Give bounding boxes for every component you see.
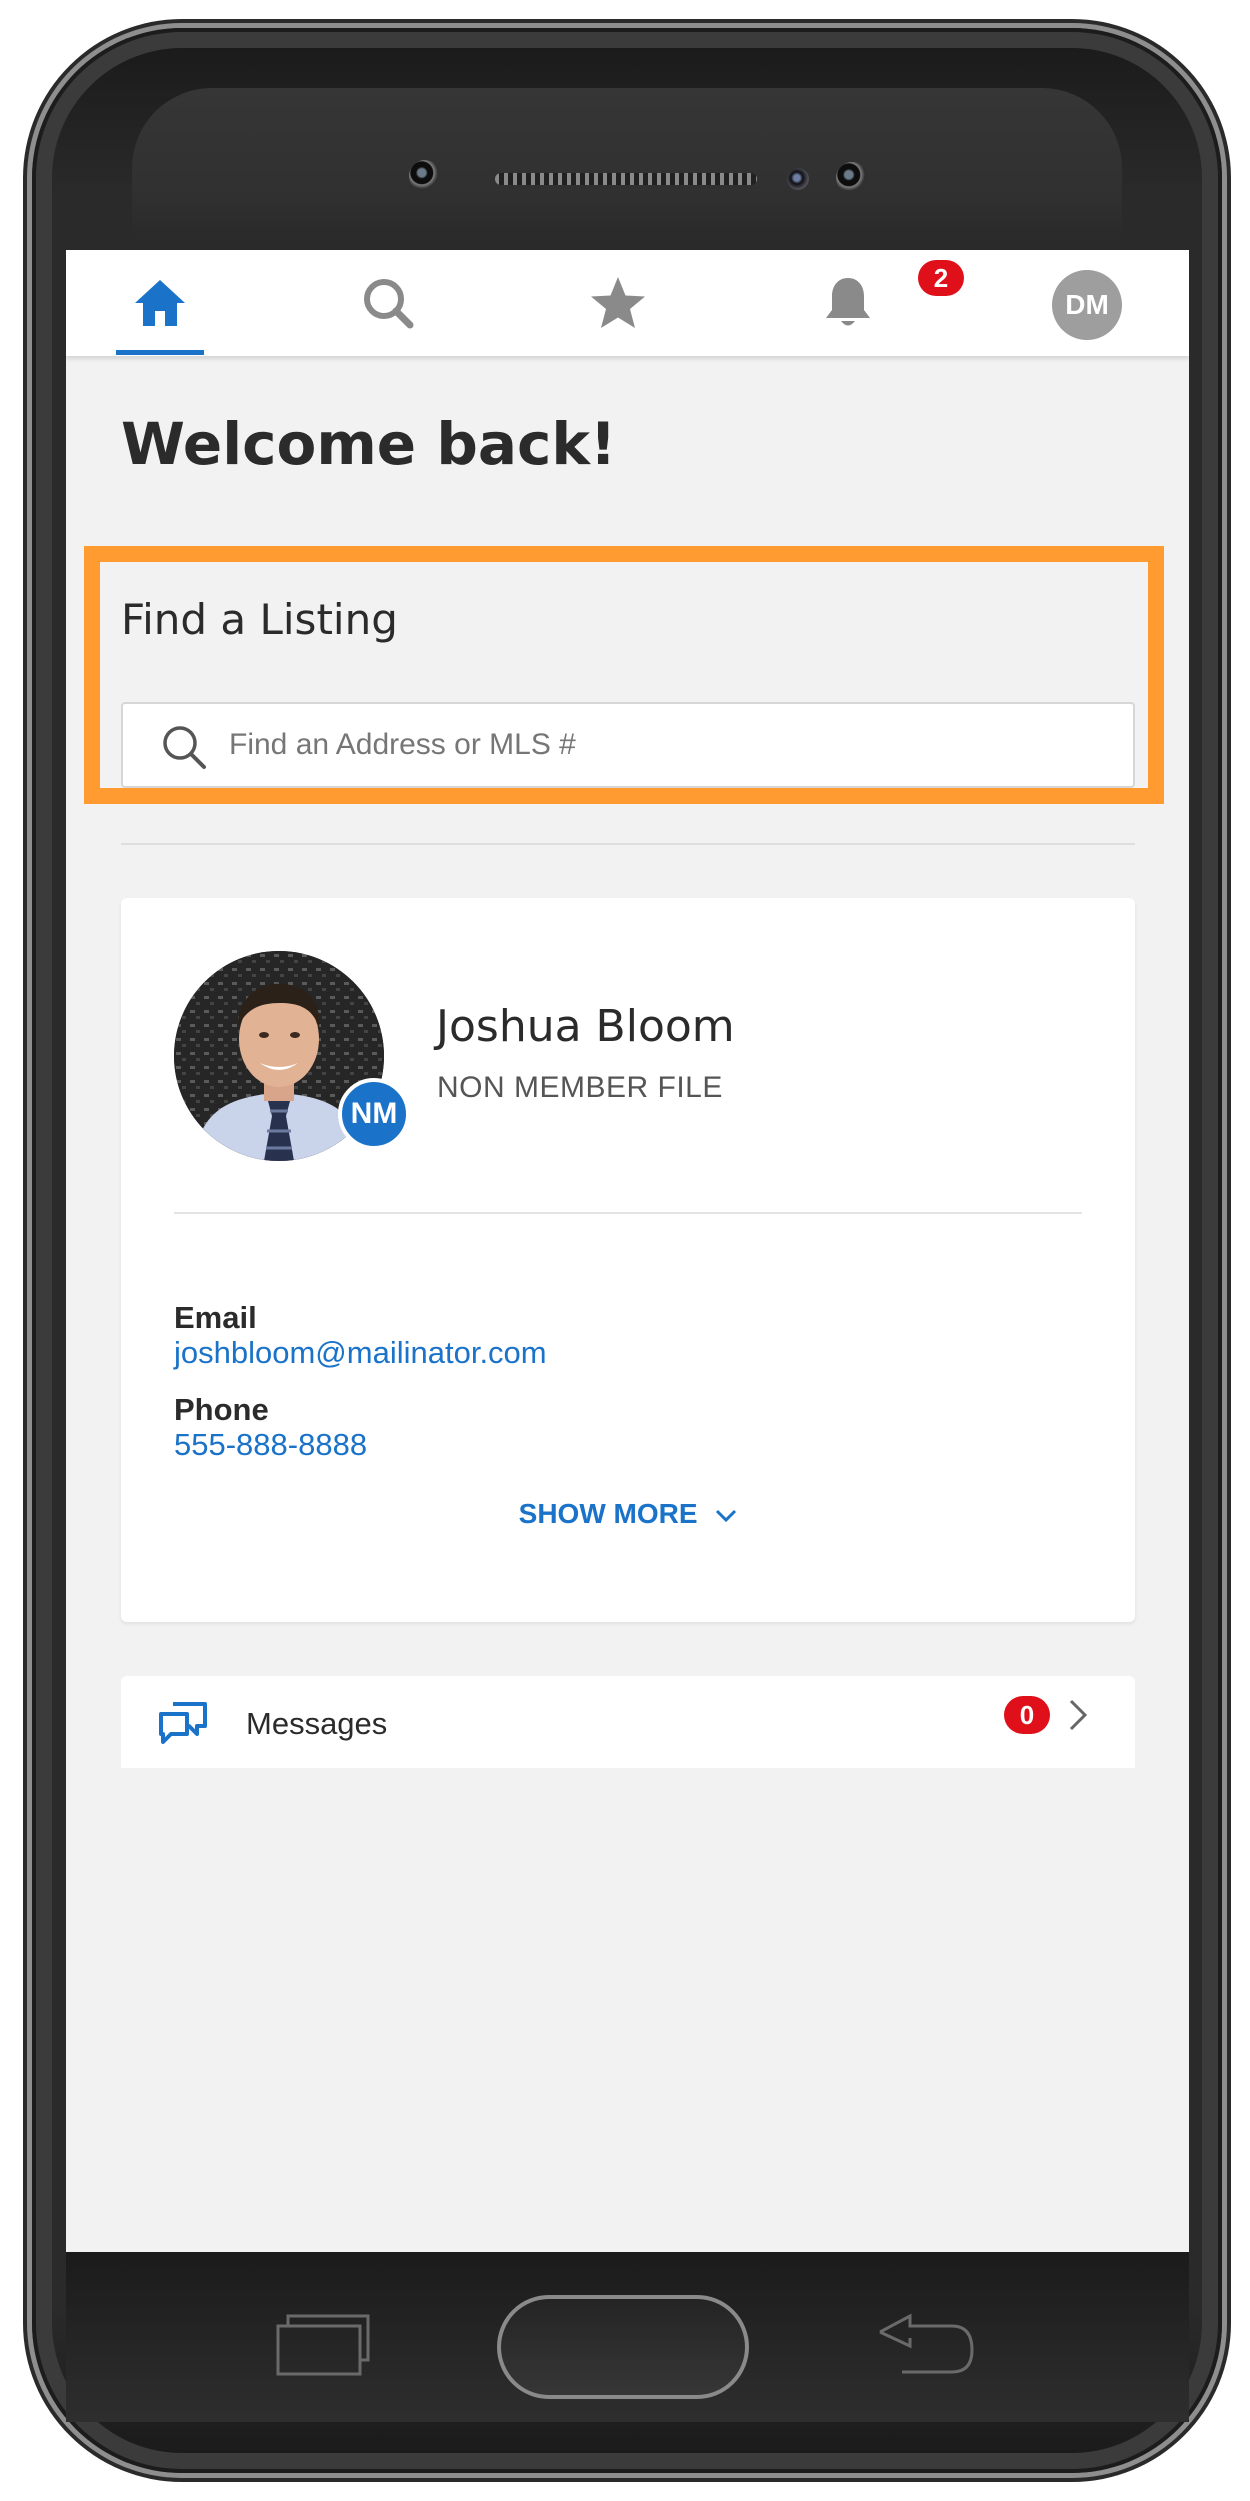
top-navigation: 2 DM xyxy=(66,250,1189,356)
messages-label: Messages xyxy=(246,1706,388,1741)
contact-name: Joshua Bloom xyxy=(436,1001,735,1052)
user-avatar[interactable]: DM xyxy=(1052,270,1122,340)
search-icon xyxy=(364,279,414,329)
phone-label: Phone xyxy=(174,1392,269,1427)
messages-count-badge: 0 xyxy=(1004,1696,1050,1734)
recent-apps-icon[interactable] xyxy=(272,2312,372,2378)
show-more-label: SHOW MORE xyxy=(518,1498,698,1529)
proximity-sensor xyxy=(787,168,809,190)
member-status-badge: NM xyxy=(338,1078,410,1150)
phone-shine xyxy=(132,88,1122,238)
search-placeholder: Find an Address or MLS # xyxy=(229,728,576,761)
show-more-button[interactable]: SHOW MORE xyxy=(121,1498,1135,1530)
home-icon xyxy=(135,280,185,326)
contact-subtitle: NON MEMBER FILE xyxy=(437,1071,723,1104)
notification-badge: 2 xyxy=(918,260,964,296)
home-button[interactable] xyxy=(497,2295,749,2399)
nav-favorites[interactable] xyxy=(558,250,678,356)
contact-card: NM Joshua Bloom NON MEMBER FILE Email jo… xyxy=(121,898,1135,1622)
find-listing-title: Find a Listing xyxy=(121,595,398,644)
front-camera xyxy=(409,160,441,192)
phone-link[interactable]: 555-888-8888 xyxy=(174,1427,367,1463)
messages-row[interactable]: Messages 0 xyxy=(121,1676,1135,1768)
email-label: Email xyxy=(174,1300,257,1335)
card-divider xyxy=(174,1212,1082,1214)
email-link[interactable]: joshbloom@mailinator.com xyxy=(174,1335,547,1371)
nav-home[interactable] xyxy=(100,250,220,356)
nav-notifications[interactable] xyxy=(788,250,908,356)
nav-search[interactable] xyxy=(328,250,448,356)
chevron-down-icon xyxy=(716,1509,737,1522)
active-tab-indicator xyxy=(116,350,204,355)
earpiece-speaker xyxy=(495,173,757,185)
section-divider xyxy=(121,843,1135,845)
chat-icon xyxy=(159,1702,207,1744)
listing-search-input[interactable]: Find an Address or MLS # xyxy=(121,702,1135,788)
bell-icon xyxy=(826,278,870,326)
search-icon xyxy=(163,726,206,769)
page-title: Welcome back! xyxy=(121,410,617,478)
back-icon[interactable] xyxy=(872,2312,982,2378)
secondary-camera xyxy=(836,162,868,194)
star-icon xyxy=(591,277,645,328)
app-screen: 2 DM Welcome back! Find a Listing Find a… xyxy=(66,250,1189,2252)
chevron-right-icon xyxy=(1069,1699,1088,1731)
